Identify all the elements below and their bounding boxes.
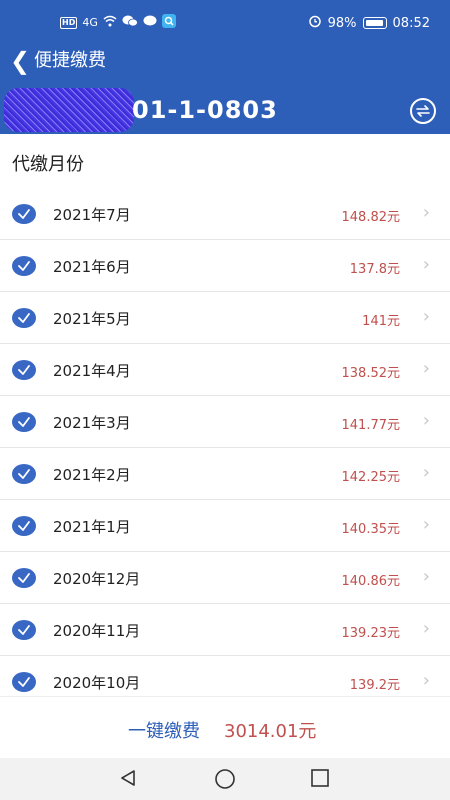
pay-bar[interactable]: 一键缴费 3014.01元	[0, 696, 450, 758]
pay-total: 3014.01元	[224, 721, 317, 742]
switch-house-icon[interactable]	[410, 98, 436, 124]
checked-icon[interactable]	[12, 256, 36, 276]
checked-icon[interactable]	[12, 204, 36, 224]
month-row[interactable]: 2021年7月 148.82元 ›	[0, 188, 450, 240]
chevron-right-icon: ›	[422, 254, 430, 275]
month-label: 2021年7月	[53, 206, 131, 224]
month-row[interactable]: 2020年11月 139.23元 ›	[0, 604, 450, 656]
redacted-address-blur	[4, 88, 134, 132]
month-amount: 141.77元	[341, 418, 401, 433]
month-amount: 141元	[362, 314, 400, 329]
message-icon	[143, 15, 157, 31]
chevron-right-icon: ›	[422, 462, 430, 483]
status-bar: HD 4G 98% 08:52	[0, 0, 450, 44]
checked-icon[interactable]	[12, 620, 36, 640]
signal-icon: 4G	[82, 16, 98, 29]
home-circle-icon[interactable]	[214, 768, 236, 794]
month-label: 2021年4月	[53, 362, 131, 380]
clock: 08:52	[392, 15, 430, 31]
house-banner: 01-1-0803	[0, 80, 450, 134]
one-click-pay-button[interactable]: 一键缴费	[128, 717, 200, 743]
page-title: 便捷缴费	[34, 50, 106, 71]
month-amount: 148.82元	[341, 210, 401, 225]
month-amount: 139.23元	[341, 626, 401, 641]
month-row[interactable]: 2021年1月 140.35元 ›	[0, 500, 450, 552]
checked-icon[interactable]	[12, 672, 36, 692]
system-nav-bar	[0, 758, 450, 800]
chevron-right-icon: ›	[422, 514, 430, 535]
nav-bar: ❮ 便捷缴费	[0, 44, 450, 80]
checked-icon[interactable]	[12, 360, 36, 380]
month-row[interactable]: 2021年6月 137.8元 ›	[0, 240, 450, 292]
month-row[interactable]: 2021年2月 142.25元 ›	[0, 448, 450, 500]
checked-icon[interactable]	[12, 516, 36, 536]
battery-percent: 98%	[327, 15, 357, 31]
checked-icon[interactable]	[12, 308, 36, 328]
month-row[interactable]: 2021年4月 138.52元 ›	[0, 344, 450, 396]
month-row[interactable]: 2020年12月 140.86元 ›	[0, 552, 450, 604]
month-label: 2021年6月	[53, 258, 131, 276]
chevron-right-icon: ›	[422, 358, 430, 379]
chevron-right-icon: ›	[422, 618, 430, 639]
month-row[interactable]: 2021年3月 141.77元 ›	[0, 396, 450, 448]
chevron-right-icon: ›	[422, 410, 430, 431]
search-app-icon	[161, 14, 176, 32]
month-label: 2021年1月	[53, 518, 131, 536]
month-label: 2020年10月	[53, 674, 141, 692]
month-row[interactable]: 2021年5月 141元 ›	[0, 292, 450, 344]
chevron-right-icon: ›	[422, 566, 430, 587]
back-triangle-icon[interactable]	[118, 768, 138, 792]
month-amount: 140.35元	[341, 522, 401, 537]
section-title: 代缴月份	[12, 154, 84, 175]
alarm-icon	[308, 14, 322, 32]
month-list: 2021年7月 148.82元 › 2021年6月 137.8元 › 2021年5月 141元…	[0, 188, 450, 708]
month-label: 2020年11月	[53, 622, 141, 640]
month-amount: 140.86元	[341, 574, 401, 589]
month-label: 2021年5月	[53, 310, 131, 328]
wifi-icon	[103, 15, 117, 31]
house-code: 01-1-0803	[132, 96, 278, 124]
month-amount: 137.8元	[349, 262, 400, 277]
month-label: 2021年3月	[53, 414, 131, 432]
month-amount: 139.2元	[349, 678, 400, 693]
chevron-right-icon: ›	[422, 670, 430, 691]
checked-icon[interactable]	[12, 568, 36, 588]
month-label: 2020年12月	[53, 570, 141, 588]
month-amount: 142.25元	[341, 470, 401, 485]
back-chevron-icon[interactable]: ❮	[10, 48, 30, 74]
chevron-right-icon: ›	[422, 202, 430, 223]
checked-icon[interactable]	[12, 412, 36, 432]
month-label: 2021年2月	[53, 466, 131, 484]
wechat-icon	[122, 15, 138, 31]
battery-icon	[362, 17, 387, 29]
hd-icon: HD	[60, 17, 78, 29]
month-amount: 138.52元	[341, 366, 401, 381]
recents-square-icon[interactable]	[310, 768, 330, 792]
checked-icon[interactable]	[12, 464, 36, 484]
chevron-right-icon: ›	[422, 306, 430, 327]
